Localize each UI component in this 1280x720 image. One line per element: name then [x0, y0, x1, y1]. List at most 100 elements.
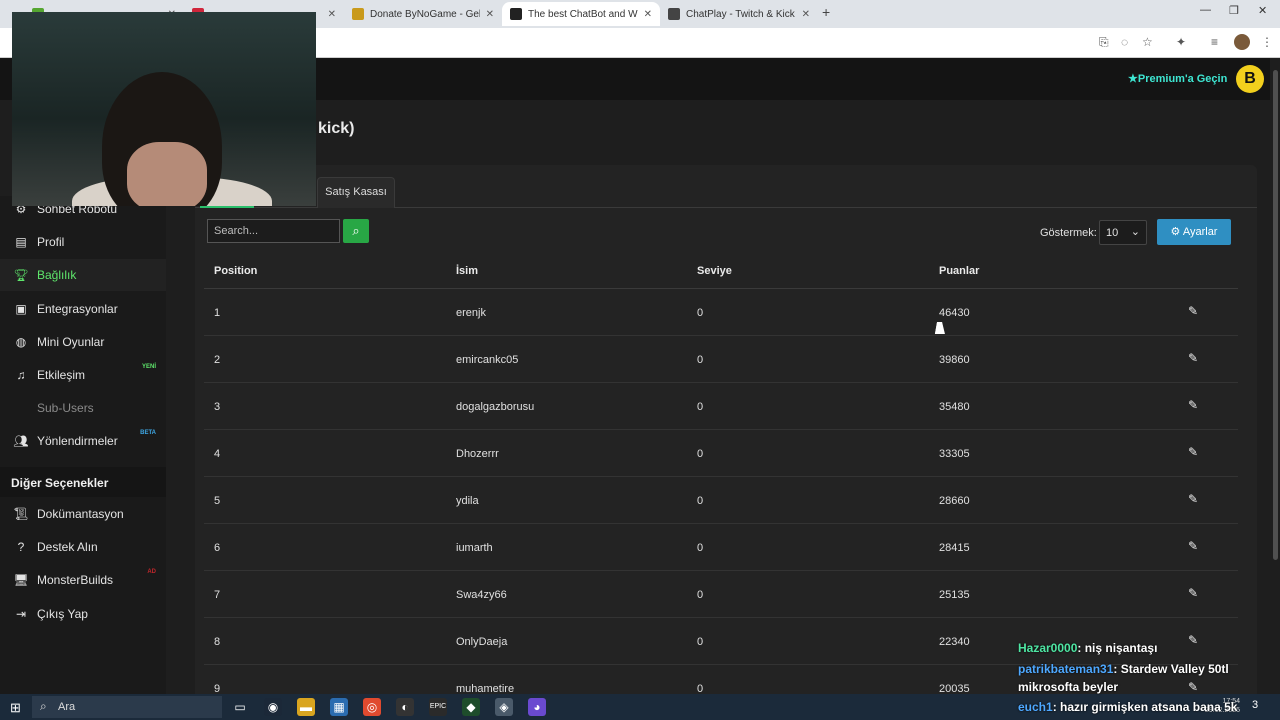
cell-points: 28660 — [939, 495, 970, 507]
chrome-icon[interactable]: ◎ — [363, 698, 381, 716]
sidebar-item-profile[interactable]: ▤ Profil — [0, 226, 166, 258]
file-explorer-icon[interactable]: ▬ — [297, 698, 315, 716]
premium-label: Premium'a Geçin — [1137, 73, 1228, 85]
menu-dots-icon[interactable]: ⋮ — [1261, 35, 1273, 49]
cell-position: 2 — [214, 354, 221, 366]
windows-start-icon[interactable]: ⊞ — [10, 700, 21, 716]
logout-icon: ⇥ — [15, 607, 27, 621]
tab-title: The best ChatBot and Widgets — [528, 8, 638, 20]
eye-off-icon[interactable]: ◌ — [1121, 35, 1128, 49]
tab-sales-box[interactable]: Satış Kasası — [317, 177, 395, 208]
settings-button[interactable]: ⚙ Ayarlar — [1157, 219, 1231, 245]
tab-close-icon[interactable]: ✕ — [644, 9, 652, 20]
show-entries-select[interactable]: 10 ⌄ — [1099, 220, 1147, 245]
monitor-icon: 🖥︎ — [13, 573, 29, 587]
tab-close-icon[interactable]: ✕ — [486, 9, 494, 20]
sidebar-item-label: Çıkış Yap — [37, 607, 88, 621]
obs-icon[interactable]: ◐ — [396, 698, 414, 716]
search-input[interactable] — [207, 219, 340, 243]
pencil-icon[interactable]: ✎ — [1188, 351, 1198, 365]
cell-name: Dhozerrr — [456, 448, 499, 460]
pencil-icon[interactable]: ✎ — [1188, 633, 1198, 647]
discord-icon[interactable]: ◕ — [528, 698, 546, 716]
music-icon: ♫ — [16, 368, 26, 382]
notification-count[interactable]: 3 — [1252, 699, 1258, 711]
steam-icon[interactable]: ◉ — [264, 698, 282, 716]
restore-icon[interactable]: ❐ — [1229, 4, 1239, 17]
chat-text: : hazır girmişken atsana bana 5k — [1052, 700, 1238, 714]
chat-user: Hazar0000 — [1018, 641, 1078, 655]
sidebar-item-loyalty[interactable]: 🏆︎ Bağlılık — [0, 259, 166, 291]
table-row: 1 erenjk 0 46430 ✎ — [204, 289, 1238, 336]
reading-list-icon[interactable]: ≡ — [1211, 35, 1218, 49]
beta-badge: BETA — [140, 430, 156, 436]
task-view-icon[interactable]: ▭ — [231, 698, 249, 716]
cell-level: 0 — [697, 401, 704, 413]
cell-position: 4 — [214, 448, 221, 460]
pencil-icon[interactable]: ✎ — [1188, 445, 1198, 459]
ad-badge: AD — [147, 569, 156, 575]
cell-level: 0 — [697, 495, 704, 507]
browser-tab[interactable]: Donate ByNoGame - Gelen/Gid ✕ — [344, 2, 502, 26]
plus-icon[interactable]: + — [822, 4, 830, 20]
profile-avatar[interactable] — [1234, 34, 1250, 50]
bookmark-star-icon[interactable]: ☆ — [1142, 35, 1153, 49]
search-button[interactable]: ⌕ — [343, 219, 369, 243]
pencil-icon[interactable]: ✎ — [1188, 586, 1198, 600]
cell-position: 8 — [214, 636, 221, 648]
browser-tab-active[interactable]: The best ChatBot and Widgets ✕ — [502, 2, 660, 26]
app-icon[interactable]: ◈ — [495, 698, 513, 716]
new-badge: YENİ — [141, 364, 156, 370]
pencil-icon[interactable]: ✎ — [1188, 539, 1198, 553]
window-icon: ▣ — [15, 302, 27, 316]
pencil-icon[interactable]: ✎ — [1188, 398, 1198, 412]
column-header-points[interactable]: Puanlar — [939, 265, 979, 277]
cell-points: 28415 — [939, 542, 970, 554]
gears-icon: ⚙ — [1170, 226, 1181, 238]
sidebar-item-monsterbuilds[interactable]: 🖥︎ MonsterBuilds AD — [0, 564, 166, 596]
translate-icon[interactable]: ⎘ — [1099, 35, 1109, 50]
store-icon[interactable]: ▦ — [330, 698, 348, 716]
sidebar-item-interaction[interactable]: ♫ Etkileşim YENİ — [0, 359, 166, 391]
close-window-icon[interactable]: ✕ — [1258, 4, 1267, 17]
tab-favicon-icon — [668, 8, 680, 20]
sidebar-item-sub-users[interactable]: Sub-Users — [0, 392, 166, 424]
taskbar-search[interactable]: ⌕ Ara — [32, 696, 222, 718]
scrollbar-thumb[interactable] — [1273, 70, 1278, 560]
sidebar-item-label: MonsterBuilds — [37, 573, 114, 587]
site-logo[interactable]: B — [1236, 65, 1264, 93]
tab-favicon-icon — [510, 8, 522, 20]
trophy-icon: 🏆︎ — [13, 268, 29, 282]
pencil-icon[interactable]: ✎ — [1188, 680, 1198, 694]
sidebar-item-support[interactable]: ? Destek Alın — [0, 531, 166, 563]
app-icon[interactable]: ◆ — [462, 698, 480, 716]
column-header-position[interactable]: Position — [214, 265, 257, 277]
column-header-level[interactable]: Seviye — [697, 265, 732, 277]
tab-close-icon[interactable]: ✕ — [802, 9, 810, 20]
show-entries-label: Göstermek: — [1040, 227, 1097, 239]
sidebar-item-integrations[interactable]: ▣ Entegrasyonlar — [0, 293, 166, 325]
mouse-cursor — [934, 322, 948, 334]
extensions-icon[interactable]: ✦ — [1176, 35, 1186, 49]
epic-games-icon[interactable]: EPIC — [429, 698, 447, 716]
taskbar-search-label: Ara — [58, 701, 76, 713]
minimize-icon[interactable]: — — [1200, 4, 1211, 16]
cell-position: 1 — [214, 307, 221, 319]
column-header-name[interactable]: İsim — [456, 265, 478, 277]
tab-close-icon[interactable]: ✕ — [328, 9, 336, 20]
pencil-icon[interactable]: ✎ — [1188, 304, 1198, 318]
cell-points: 33305 — [939, 448, 970, 460]
cell-level: 0 — [697, 636, 704, 648]
tab-title: ChatPlay - Twitch & Kick İzleyic — [686, 8, 796, 20]
sidebar-item-redirects[interactable]: 👥︎ Yönlendirmeler BETA — [0, 425, 166, 457]
sidebar-item-mini-games[interactable]: ◍ Mini Oyunlar — [0, 326, 166, 358]
scroll-icon: 📜︎ — [13, 507, 29, 521]
users-icon: 👥︎ — [13, 434, 29, 448]
pencil-icon[interactable]: ✎ — [1188, 492, 1198, 506]
browser-tab[interactable]: ChatPlay - Twitch & Kick İzleyic ✕ — [660, 2, 818, 26]
sidebar-item-logout[interactable]: ⇥ Çıkış Yap — [0, 598, 166, 630]
premium-link[interactable]: ★Premium'a Geçin — [1128, 72, 1227, 85]
sidebar-item-docs[interactable]: 📜︎ Dokümantasyon — [0, 498, 166, 530]
chat-message: euch1: hazır girmişken atsana bana 5k — [1018, 700, 1237, 714]
cell-position: 6 — [214, 542, 221, 554]
